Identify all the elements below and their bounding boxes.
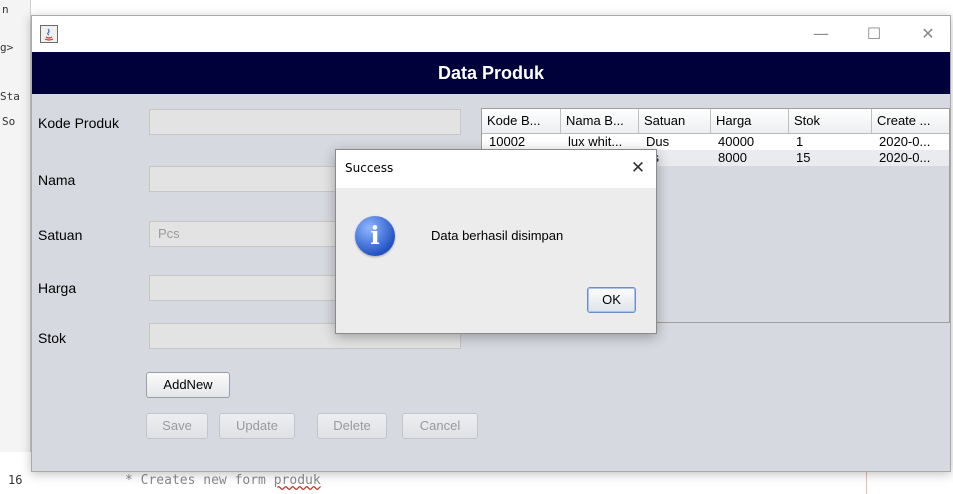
minimize-button[interactable]: — xyxy=(809,22,833,46)
ide-fragment: Sta xyxy=(0,90,20,103)
info-icon: i xyxy=(355,216,395,256)
ide-fragment: n xyxy=(2,3,9,16)
ide-fragment: So xyxy=(2,115,16,128)
header-banner: Data Produk xyxy=(32,52,950,94)
table-cell: 40000 xyxy=(718,134,755,149)
table-cell: 10002 xyxy=(489,134,526,149)
table-cell: lux whit... xyxy=(568,134,623,149)
label-satuan: Satuan xyxy=(38,227,83,243)
table-row[interactable]: 10002 lux whit... Dus 40000 1 2020-0... xyxy=(482,134,949,150)
table-cell: 2020-0... xyxy=(879,150,931,165)
table-cell: 15 xyxy=(796,150,811,165)
table-cell: 2020-0... xyxy=(879,134,931,149)
dialog-title: Success xyxy=(345,161,394,175)
close-button[interactable]: ✕ xyxy=(916,22,940,46)
delete-button[interactable]: Delete xyxy=(317,413,387,439)
maximize-button[interactable]: ☐ xyxy=(862,22,886,46)
ide-side-panel: n g> Sta So xyxy=(0,0,31,494)
update-button[interactable]: Update xyxy=(219,413,295,439)
table-header: Kode B... Nama B... Satuan Harga Stok Cr… xyxy=(482,109,949,134)
column-header[interactable]: Create ... xyxy=(872,109,949,133)
label-nama: Nama xyxy=(38,172,76,188)
code-misspelled-word: produk xyxy=(273,473,321,488)
dialog-titlebar[interactable]: Success ✕ xyxy=(336,150,656,188)
ok-button[interactable]: OK xyxy=(587,287,636,313)
main-window: — ☐ ✕ Data Produk Kode Produk Nama Satua… xyxy=(31,15,951,472)
code-text: * Creates new form xyxy=(125,473,274,488)
dialog-close-icon[interactable]: ✕ xyxy=(628,158,648,178)
table-cell: Dus xyxy=(646,134,670,149)
column-header[interactable]: Nama B... xyxy=(561,109,639,133)
kode-produk-field[interactable] xyxy=(149,109,461,135)
column-header[interactable]: Satuan xyxy=(639,109,711,133)
java-icon xyxy=(40,25,58,43)
label-kode-produk: Kode Produk xyxy=(38,115,119,131)
table-cell: 1 xyxy=(796,134,804,149)
success-dialog: Success ✕ i Data berhasil disimpan OK xyxy=(335,149,657,334)
label-stok: Stok xyxy=(38,330,67,346)
column-header[interactable]: Kode B... xyxy=(482,109,561,133)
info-icon-glyph: i xyxy=(370,221,380,250)
page-title: Data Produk xyxy=(437,63,545,83)
window-titlebar[interactable]: — ☐ ✕ xyxy=(32,16,950,52)
ide-fragment: g> xyxy=(0,41,14,54)
cancel-button[interactable]: Cancel xyxy=(402,413,478,439)
column-header[interactable]: Harga xyxy=(711,109,789,133)
table-cell: 8000 xyxy=(718,150,747,165)
column-header[interactable]: Stok xyxy=(789,109,872,133)
save-button[interactable]: Save xyxy=(146,413,208,439)
dialog-message: Data berhasil disimpan xyxy=(431,228,564,243)
line-number: 16 xyxy=(8,473,23,487)
label-harga: Harga xyxy=(38,280,77,296)
add-new-button[interactable]: AddNew xyxy=(146,372,230,398)
code-line: * Creates new form produk xyxy=(125,473,321,488)
